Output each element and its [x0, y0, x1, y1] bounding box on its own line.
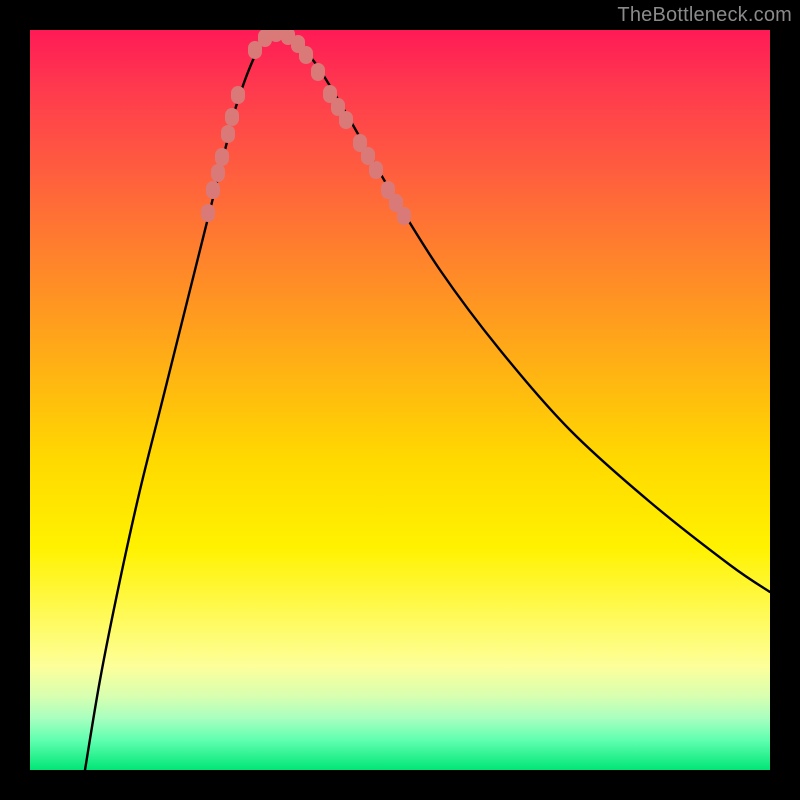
curve-marker — [311, 63, 325, 81]
curve-layer — [30, 30, 770, 770]
curve-marker — [215, 148, 229, 166]
curve-marker — [397, 207, 411, 225]
watermark-text: TheBottleneck.com — [617, 4, 792, 27]
curve-marker — [225, 108, 239, 126]
curve-marker — [201, 204, 215, 222]
bottleneck-curve — [85, 32, 770, 770]
curve-markers — [201, 30, 411, 225]
curve-marker — [339, 111, 353, 129]
chart-frame: TheBottleneck.com — [0, 0, 800, 800]
curve-marker — [231, 86, 245, 104]
curve-marker — [369, 161, 383, 179]
curve-marker — [211, 164, 225, 182]
curve-marker — [221, 125, 235, 143]
curve-marker — [299, 46, 313, 64]
plot-area — [30, 30, 770, 770]
curve-marker — [206, 181, 220, 199]
